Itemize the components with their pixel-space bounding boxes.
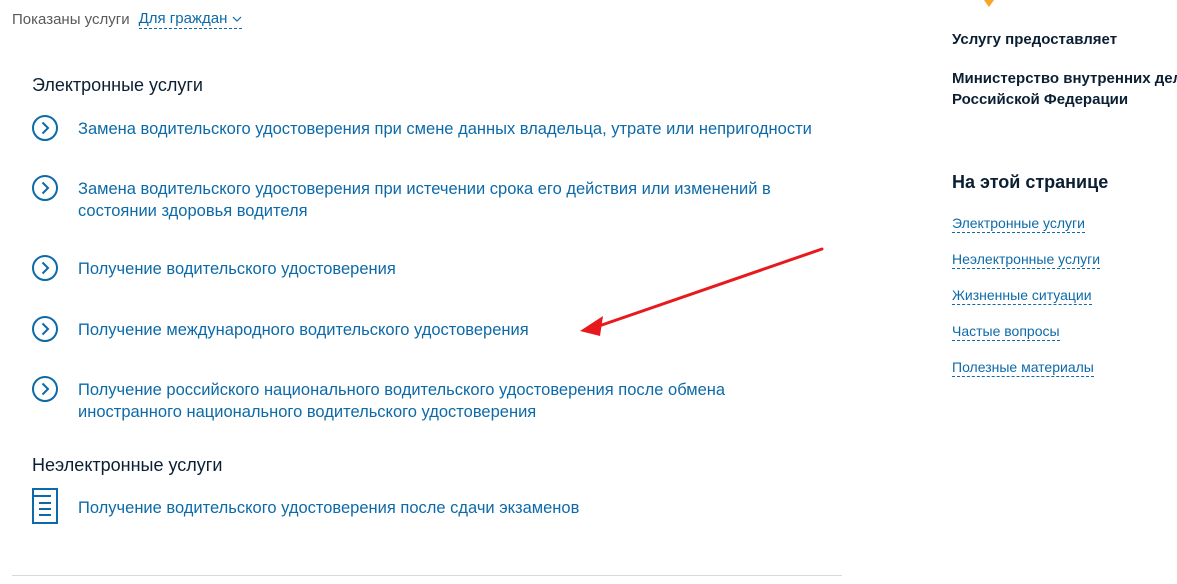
- audience-dropdown[interactable]: Для граждан: [138, 10, 243, 29]
- service-item[interactable]: Замена водительского удостоверения при с…: [31, 115, 851, 142]
- service-link-line: состоянии здоровья водителя: [78, 202, 308, 220]
- services-filter: Показаны услуги Для граждан: [12, 10, 243, 29]
- service-item[interactable]: Получение международного водительского у…: [31, 316, 851, 343]
- provider-label: Услугу предоставляет: [952, 31, 1118, 48]
- document-icon: [32, 488, 58, 524]
- content-divider: [12, 575, 842, 576]
- service-link[interactable]: Получение российского национального води…: [78, 379, 725, 423]
- service-link[interactable]: Получение водительского удостоверения по…: [78, 497, 579, 519]
- chevron-circle-icon: [32, 316, 58, 342]
- section-title-electronic: Электронные услуги: [32, 75, 203, 95]
- service-item[interactable]: Получение российского национального води…: [31, 376, 851, 423]
- toc-title: На этой странице: [952, 172, 1109, 192]
- service-link-line: Замена водительского удостоверения при с…: [78, 120, 812, 138]
- service-link-line: Получение водительского удостоверения по…: [78, 499, 580, 517]
- service-link[interactable]: Замена водительского удостоверения при с…: [78, 118, 812, 140]
- chevron-circle-icon: [32, 175, 58, 201]
- provider-name: Министерство внутренних дел Российской Ф…: [952, 68, 1177, 110]
- toc-link-faq[interactable]: Частые вопросы: [952, 323, 1060, 341]
- service-link-line: Получение российского национального води…: [78, 381, 726, 399]
- provider-name-line: Министерство внутренних дел: [952, 70, 1177, 87]
- service-link[interactable]: Получение международного водительского у…: [78, 319, 529, 341]
- filter-value: Для граждан: [138, 10, 228, 27]
- service-link-line: иностранного национального водительского…: [78, 403, 537, 421]
- service-link-line: Замена водительского удостоверения при и…: [78, 180, 771, 198]
- location-marker-icon: [984, 0, 994, 7]
- toc-link-life-situations[interactable]: Жизненные ситуации: [952, 287, 1092, 305]
- chevron-down-icon: [232, 16, 242, 22]
- service-item[interactable]: Получение водительского удостоверения по…: [31, 488, 851, 524]
- toc-link-materials[interactable]: Полезные материалы: [952, 359, 1094, 377]
- services-page: Показаны услуги Для граждан Электронные …: [0, 0, 1177, 584]
- service-link-line: Получение международного водительского у…: [78, 321, 529, 339]
- provider-name-line: Российской Федерации: [952, 91, 1129, 108]
- service-link[interactable]: Получение водительского удостоверения: [78, 258, 396, 280]
- service-item[interactable]: Получение водительского удостоверения: [31, 255, 851, 282]
- service-link[interactable]: Замена водительского удостоверения при и…: [78, 178, 771, 222]
- chevron-circle-icon: [32, 115, 58, 141]
- service-item[interactable]: Замена водительского удостоверения при и…: [31, 175, 851, 222]
- section-title-non-electronic: Неэлектронные услуги: [32, 455, 223, 475]
- toc-link-non-electronic[interactable]: Неэлектронные услуги: [952, 251, 1101, 269]
- service-link-line: Получение водительского удостоверения: [78, 260, 396, 278]
- filter-label: Показаны услуги: [12, 11, 130, 28]
- toc-link-electronic[interactable]: Электронные услуги: [952, 215, 1085, 233]
- chevron-circle-icon: [32, 376, 58, 402]
- chevron-circle-icon: [32, 255, 58, 281]
